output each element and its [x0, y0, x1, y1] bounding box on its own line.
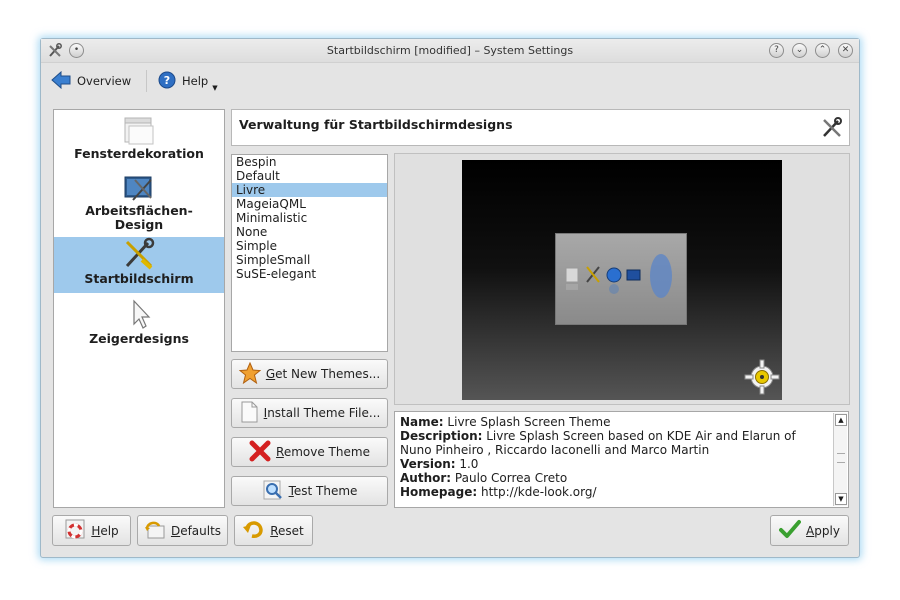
install-theme-file-button[interactable]: Install Theme File... — [231, 398, 388, 428]
document-icon — [239, 401, 259, 426]
button-label: et New Themes... — [275, 367, 381, 381]
list-item-selected[interactable]: Livre — [232, 183, 387, 197]
toolbar: Overview ? Help ▼ — [41, 64, 859, 96]
title-bar[interactable]: • Startbildschirm [modified] – System Se… — [41, 39, 859, 63]
desktop-theme-icon — [54, 172, 224, 204]
red-x-icon — [249, 440, 271, 465]
sidebar-item-desktop-theme[interactable]: Arbeitsflächen-Design — [54, 172, 224, 234]
sidebar-item-splash-screen[interactable]: Startbildschirm — [54, 237, 224, 293]
remove-theme-button[interactable]: Remove Theme — [231, 437, 388, 467]
button-label: efaults — [180, 523, 222, 538]
system-settings-window: • Startbildschirm [modified] – System Se… — [40, 38, 860, 558]
splash-screen-box — [555, 233, 687, 325]
page-title: Verwaltung für Startbildschirmdesigns — [239, 117, 513, 132]
window-title: Startbildschirm [modified] – System Sett… — [326, 44, 574, 57]
info-homepage[interactable]: Homepage: http://kde-look.org/ — [400, 485, 828, 499]
button-label: nstall Theme File... — [267, 406, 381, 420]
overview-button[interactable]: Overview — [51, 70, 131, 92]
context-help-button[interactable]: ? — [769, 43, 784, 58]
button-label: pply — [814, 523, 840, 538]
star-icon — [238, 361, 262, 387]
svg-text:?: ? — [164, 74, 170, 87]
magnifier-icon — [262, 479, 284, 504]
apply-button[interactable]: Apply — [770, 515, 849, 546]
list-item[interactable]: MageiaQML — [232, 197, 387, 211]
info-name: Name: Livre Splash Screen Theme — [400, 415, 611, 429]
checkmark-icon — [779, 519, 802, 542]
list-item[interactable]: Default — [232, 169, 387, 183]
module-header: Verwaltung für Startbildschirmdesigns — [231, 109, 850, 146]
button-label: elp — [100, 523, 119, 538]
toolbar-separator — [146, 70, 147, 92]
scroll-grip[interactable] — [837, 453, 845, 463]
list-item[interactable]: None — [232, 225, 387, 239]
mnemonic: R — [270, 523, 279, 538]
help-button[interactable]: Help — [52, 515, 131, 546]
back-arrow-icon — [51, 70, 71, 92]
scroll-up-arrow-icon[interactable]: ▲ — [835, 414, 847, 426]
category-sidebar: Fensterdekoration Arbeitsflächen-Design — [53, 109, 225, 508]
preview-frame — [394, 153, 850, 405]
reset-button[interactable]: Reset — [234, 515, 313, 546]
tools-icon — [54, 237, 224, 271]
list-item[interactable]: SuSE-elegant — [232, 267, 387, 281]
mnemonic: G — [265, 367, 276, 381]
info-scrollbar[interactable]: ▲ ▼ — [833, 413, 847, 506]
help-icon: ? — [158, 71, 176, 92]
button-label: est Theme — [293, 484, 358, 498]
scroll-down-arrow-icon[interactable]: ▼ — [835, 493, 847, 505]
mnemonic: H — [91, 523, 101, 538]
defaults-icon — [144, 518, 166, 543]
list-item[interactable]: SimpleSmall — [232, 253, 387, 267]
window-icon — [54, 114, 224, 146]
button-label: eset — [278, 523, 304, 538]
dropdown-arrow-icon: ▼ — [212, 84, 218, 92]
undo-icon — [243, 518, 265, 543]
gear-icon — [744, 359, 780, 398]
list-item[interactable]: Minimalistic — [232, 211, 387, 225]
defaults-button[interactable]: Defaults — [137, 515, 228, 546]
test-theme-button[interactable]: Test Theme — [231, 476, 388, 506]
get-new-themes-button[interactable]: Get New Themes... — [231, 359, 388, 389]
mnemonic: R — [276, 445, 284, 459]
list-item[interactable]: Simple — [232, 239, 387, 253]
sidebar-item-cursor-themes[interactable]: Zeigerdesigns — [54, 299, 224, 349]
sidebar-item-label: Fensterdekoration — [74, 146, 204, 161]
info-version: Version: 1.0 — [400, 457, 479, 471]
close-button[interactable]: ✕ — [838, 43, 853, 58]
splash-preview-image — [462, 160, 782, 400]
sidebar-item-label: Zeigerdesigns — [89, 331, 189, 346]
theme-list[interactable]: Bespin Default Livre MageiaQML Minimalis… — [231, 154, 388, 352]
overview-label: Overview — [77, 74, 132, 88]
pointer-icon — [54, 299, 224, 331]
maximize-button[interactable]: ⌃ — [815, 43, 830, 58]
list-item[interactable]: Bespin — [232, 155, 387, 169]
mnemonic: D — [170, 523, 181, 538]
info-author: Author: Paulo Correa Creto — [400, 471, 568, 485]
minimize-button[interactable]: ⌄ — [792, 43, 807, 58]
sidebar-item-label: Startbildschirm — [84, 271, 194, 286]
tools-icon — [821, 117, 843, 142]
sidebar-item-label: Arbeitsflächen-Design — [85, 203, 193, 232]
theme-info-panel: Name: Livre Splash Screen Theme Descript… — [394, 411, 849, 508]
help-lifebuoy-icon — [64, 518, 86, 543]
button-label: emove Theme — [283, 445, 370, 459]
info-description: Description: Livre Splash Screen based o… — [400, 429, 796, 457]
help-menu-button[interactable]: ? Help ▼ — [158, 70, 218, 92]
help-label: Help — [182, 74, 209, 88]
sidebar-item-window-decoration[interactable]: Fensterdekoration — [54, 114, 224, 166]
